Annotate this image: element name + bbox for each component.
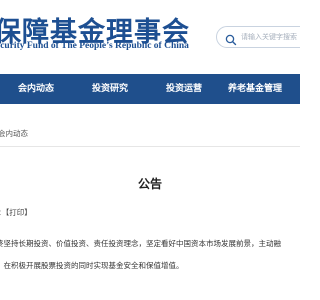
article-paragraph: 。在积极开展股票投资的同时实现基金安全和保值增值。 [0, 261, 184, 270]
search-icon[interactable] [225, 31, 237, 46]
article-title: 公告 [137, 177, 162, 191]
print-link[interactable]: 【打印】 [6, 208, 32, 217]
page: 保障基金理事会 ecurity Fund of The People’s Rep… [0, 0, 300, 300]
search-input[interactable] [241, 30, 300, 44]
nav-item-news[interactable]: 会内动态 [18, 74, 54, 104]
breadcrumb: 会内动态 [0, 128, 28, 139]
article-meta: ：【打印】 [0, 207, 32, 218]
search-box[interactable] [216, 26, 300, 48]
nav-item-investment-research[interactable]: 投资研究 [92, 74, 128, 104]
article-paragraph: 终坚持长期投资、价值投资、责任投资理念，坚定看好中国资本市场发展前景，主动融 [0, 239, 281, 248]
breadcrumb-item-news[interactable]: 会内动态 [0, 129, 28, 138]
site-logo-subtitle: ecurity Fund of The People’s Republic of… [0, 41, 189, 51]
nav-item-investment-operations[interactable]: 投资运营 [166, 74, 202, 104]
main-nav: 会内动态 投资研究 投资运营 养老基金管理 [0, 74, 300, 104]
divider [0, 146, 300, 147]
site-header: 保障基金理事会 ecurity Fund of The People’s Rep… [0, 0, 300, 68]
nav-item-pension-fund-management[interactable]: 养老基金管理 [228, 74, 282, 104]
